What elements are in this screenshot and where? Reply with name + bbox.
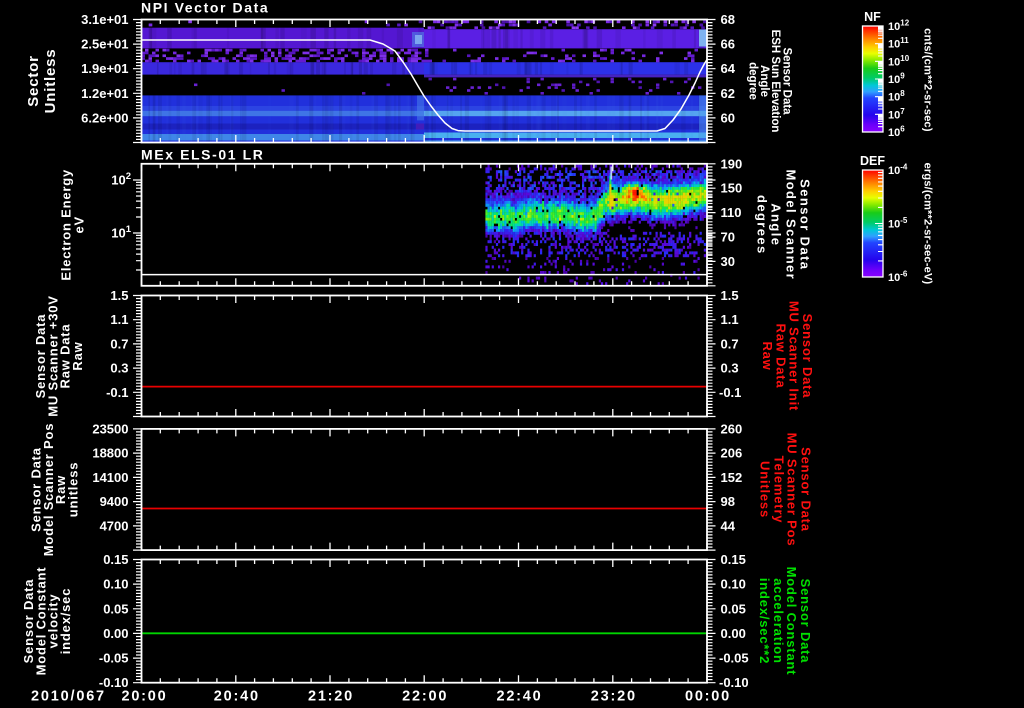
svg-text:NPI Vector Data: NPI Vector Data: [141, 0, 269, 16]
svg-text:3.1e+01: 3.1e+01: [81, 12, 128, 27]
svg-text:206: 206: [721, 446, 743, 461]
svg-text:22:40: 22:40: [496, 689, 542, 705]
svg-text:21:20: 21:20: [308, 689, 354, 705]
svg-text:22:00: 22:00: [402, 689, 448, 705]
svg-text:66: 66: [721, 37, 735, 52]
svg-text:ergs/(cm**2-sr-sec-eV): ergs/(cm**2-sr-sec-eV): [922, 163, 934, 285]
svg-text:-0.05: -0.05: [99, 651, 129, 666]
svg-text:2010/067: 2010/067: [31, 689, 106, 705]
svg-text:9400: 9400: [100, 494, 129, 509]
svg-text:23:20: 23:20: [591, 689, 637, 705]
svg-text:0.05: 0.05: [721, 601, 746, 616]
svg-text:1.2e+01: 1.2e+01: [81, 86, 128, 101]
svg-text:30: 30: [721, 254, 735, 269]
svg-text:1.5: 1.5: [110, 288, 128, 303]
svg-text:20:00: 20:00: [121, 689, 167, 705]
svg-text:62: 62: [721, 86, 735, 101]
svg-text:0.00: 0.00: [103, 626, 128, 641]
svg-text:260: 260: [721, 421, 743, 436]
svg-text:-0.1: -0.1: [719, 385, 741, 400]
svg-text:68: 68: [721, 12, 735, 27]
svg-text:150: 150: [721, 181, 743, 196]
svg-text:70: 70: [721, 230, 735, 245]
svg-text:DEF: DEF: [860, 154, 885, 168]
svg-text:6.2e+00: 6.2e+00: [81, 110, 128, 125]
svg-text:0.3: 0.3: [110, 361, 128, 376]
svg-text:0.00: 0.00: [721, 626, 746, 641]
svg-text:0.3: 0.3: [721, 361, 739, 376]
svg-text:23500: 23500: [92, 421, 128, 436]
svg-text:44: 44: [721, 518, 736, 533]
svg-text:-0.1: -0.1: [106, 385, 128, 400]
svg-text:0.7: 0.7: [721, 336, 739, 351]
svg-text:2.5e+01: 2.5e+01: [81, 37, 128, 52]
svg-text:60: 60: [721, 110, 735, 125]
svg-text:64: 64: [721, 61, 736, 76]
svg-text:0.10: 0.10: [103, 577, 128, 592]
svg-text:-0.05: -0.05: [719, 651, 749, 666]
svg-text:20:40: 20:40: [214, 689, 260, 705]
svg-text:1.1: 1.1: [110, 312, 128, 327]
svg-text:14100: 14100: [92, 470, 128, 485]
svg-text:152: 152: [721, 470, 743, 485]
svg-text:1.5: 1.5: [721, 288, 739, 303]
svg-text:0.05: 0.05: [103, 601, 128, 616]
svg-text:NF: NF: [864, 10, 881, 24]
svg-text:18800: 18800: [92, 446, 128, 461]
svg-text:cnts/(cm**2-sr-sec): cnts/(cm**2-sr-sec): [922, 28, 934, 132]
svg-text:4700: 4700: [100, 518, 129, 533]
svg-text:110: 110: [721, 205, 742, 220]
svg-text:0.15: 0.15: [103, 552, 128, 567]
svg-text:00:00: 00:00: [685, 689, 731, 705]
svg-text:190: 190: [721, 156, 743, 171]
svg-text:0.7: 0.7: [110, 336, 128, 351]
svg-text:1.1: 1.1: [721, 312, 739, 327]
svg-text:MEx ELS-01 LR: MEx ELS-01 LR: [141, 147, 265, 163]
svg-text:98: 98: [721, 494, 735, 509]
svg-text:SectorUnitless: SectorUnitless: [25, 49, 59, 114]
svg-text:0.15: 0.15: [721, 552, 746, 567]
svg-text:1.9e+01: 1.9e+01: [81, 61, 128, 76]
svg-text:Sensor DataModel Constantaccel: Sensor DataModel Constantaccelerationind…: [757, 567, 813, 676]
svg-text:0.10: 0.10: [721, 577, 746, 592]
